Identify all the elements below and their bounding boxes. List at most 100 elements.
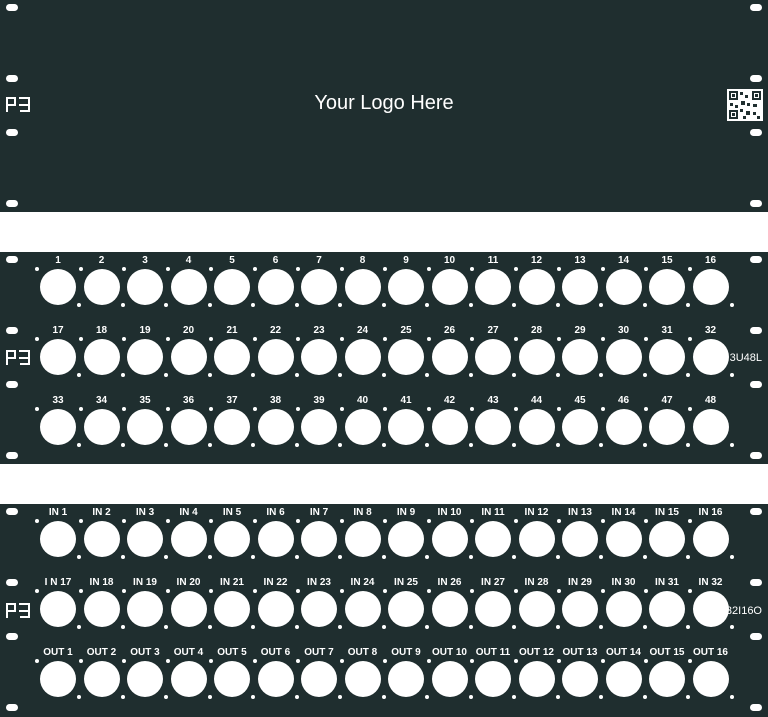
jack-label: IN 14: [611, 507, 636, 518]
xlr-connector-cutout: [605, 339, 642, 375]
xlr-connector-cutout: [431, 269, 468, 305]
jack-label: 3: [142, 255, 148, 266]
mounting-screw-hole: [599, 695, 603, 699]
jack-label: 12: [530, 255, 543, 266]
jack-label: 19: [139, 325, 151, 336]
mounting-screw-hole: [207, 373, 212, 377]
jack-label: 20: [182, 325, 195, 336]
mounting-screw-hole: [468, 695, 473, 699]
mounting-screw-hole: [77, 303, 81, 307]
jack-label: 7: [316, 255, 322, 266]
xlr-connector-cutout: [475, 521, 511, 557]
mounting-screw-hole: [209, 337, 213, 341]
mounting-screw-hole: [512, 625, 516, 629]
xlr-connector-cutout: [83, 661, 120, 697]
mounting-screw-hole: [642, 555, 647, 559]
xlr-connector-cutout: [127, 521, 163, 557]
xlr-connector-cutout: [257, 661, 294, 697]
jack-label: 40: [356, 395, 369, 406]
mounting-screw-hole: [164, 373, 168, 377]
mounting-screw-hole: [600, 337, 605, 341]
xlr-connector-cutout: [431, 521, 468, 557]
rack-mount-hole: [750, 704, 762, 711]
xlr-connector-cutout: [40, 409, 76, 445]
xlr-connector-cutout: [605, 409, 642, 445]
mounting-screw-hole: [338, 303, 342, 307]
mounting-screw-hole: [686, 695, 690, 699]
mounting-screw-hole: [35, 519, 39, 523]
mounting-screw-hole: [251, 695, 255, 699]
xlr-connector-cutout: [301, 269, 337, 305]
xlr-connector-cutout: [83, 409, 120, 445]
xlr-connector-cutout: [170, 521, 207, 557]
jack-label: OUT 2: [86, 647, 117, 658]
mounting-screw-hole: [294, 695, 299, 699]
jack-label: IN 24: [350, 577, 375, 588]
xlr-connector-cutout: [127, 661, 163, 697]
mounting-screw-hole: [470, 519, 474, 523]
jack-label: OUT 3: [130, 647, 160, 658]
mounting-screw-hole: [122, 337, 126, 341]
mounting-screw-hole: [296, 659, 300, 663]
xlr-connector-cutout: [518, 591, 555, 627]
mounting-screw-hole: [77, 373, 81, 377]
xlr-connector-cutout: [344, 269, 381, 305]
mounting-screw-hole: [120, 695, 125, 699]
xlr-connector-cutout: [562, 269, 598, 305]
jack-label: 17: [52, 325, 64, 336]
xlr-connector-cutout: [388, 269, 424, 305]
mounting-screw-hole: [77, 625, 81, 629]
jack-label: I N 17: [44, 577, 72, 588]
xlr-connector-cutout: [475, 269, 511, 305]
rack-mount-hole: [6, 452, 18, 459]
xlr-connector-cutout: [214, 339, 250, 375]
mounting-screw-hole: [686, 555, 690, 559]
mounting-screw-hole: [555, 373, 560, 377]
mounting-screw-hole: [78, 659, 83, 663]
xlr-connector-cutout: [518, 661, 555, 697]
rack-mount-hole: [6, 327, 18, 334]
mounting-screw-hole: [642, 695, 647, 699]
mounting-screw-hole: [687, 589, 692, 593]
mounting-screw-hole: [644, 267, 648, 271]
jack-label: IN 23: [307, 577, 331, 588]
mounting-screw-hole: [644, 337, 648, 341]
jack-label: 28: [530, 325, 543, 336]
xlr-connector-cutout: [344, 661, 381, 697]
mounting-screw-hole: [35, 407, 39, 411]
xlr-connector-cutout: [518, 521, 555, 557]
jack-label: 45: [574, 395, 586, 406]
mounting-screw-hole: [425, 555, 429, 559]
mounting-screw-hole: [555, 555, 560, 559]
rack-mount-hole: [750, 75, 762, 82]
xlr-connector-cutout: [649, 339, 685, 375]
mounting-screw-hole: [381, 373, 386, 377]
mounting-screw-hole: [599, 625, 603, 629]
xlr-connector-cutout: [649, 591, 685, 627]
mounting-screw-hole: [686, 625, 690, 629]
mounting-screw-hole: [164, 625, 168, 629]
rack-mount-hole: [6, 200, 18, 207]
mounting-screw-hole: [338, 625, 342, 629]
mounting-screw-hole: [251, 625, 255, 629]
xlr-connector-cutout: [301, 409, 337, 445]
jack-label: IN 10: [437, 507, 462, 518]
mounting-screw-hole: [381, 443, 386, 447]
mounting-screw-hole: [512, 303, 516, 307]
mounting-screw-hole: [209, 659, 213, 663]
patch-panel-3u48l: 3U48L 1 2 3 4 5 6 7 8 9 10 11 12 13 14 15 16 17 18 19 20 21 2…: [0, 252, 768, 464]
mounting-screw-hole: [383, 337, 387, 341]
mounting-screw-hole: [339, 407, 344, 411]
mounting-screw-hole: [339, 659, 344, 663]
xlr-connector-cutout: [40, 521, 76, 557]
rack-mount-hole: [750, 4, 762, 11]
jack-label: OUT 14: [605, 647, 641, 658]
jack-label: IN 19: [133, 577, 157, 588]
mounting-screw-hole: [425, 303, 429, 307]
jack-label: OUT 6: [260, 647, 291, 658]
mounting-screw-hole: [252, 407, 257, 411]
xlr-connector-cutout: [301, 661, 337, 697]
xlr-connector-cutout: [40, 591, 76, 627]
rack-mount-hole: [6, 579, 18, 586]
mounting-screw-hole: [165, 337, 170, 341]
